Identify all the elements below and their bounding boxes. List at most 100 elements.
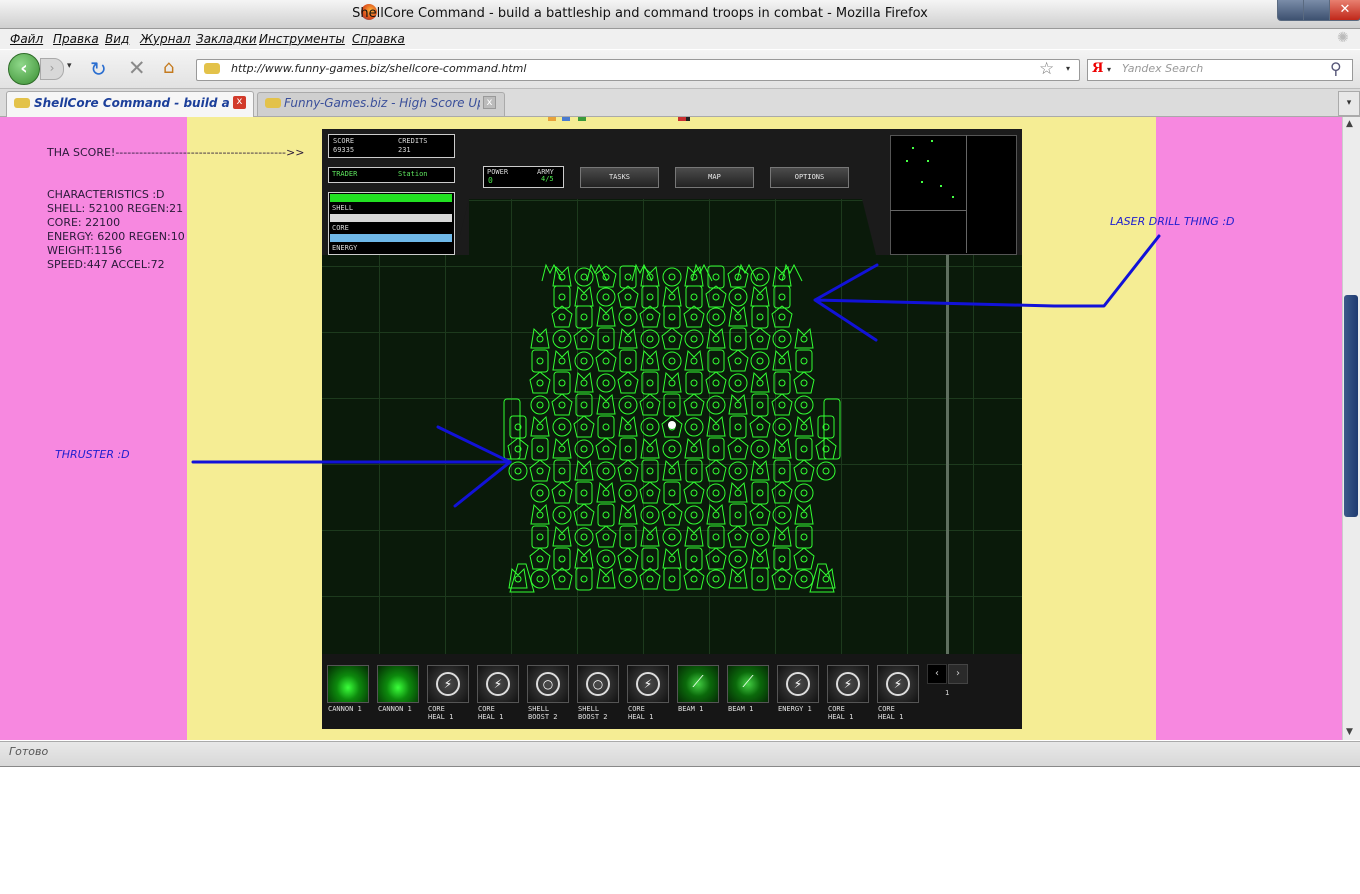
ship-part-core <box>712 511 720 519</box>
part-label: SHELL <box>578 705 600 713</box>
scroll-up-icon[interactable]: ▲ <box>1346 119 1353 129</box>
ship-part-core <box>580 313 588 321</box>
menu-bookmarks[interactable]: Закладки <box>196 32 257 46</box>
ship-part <box>618 483 638 503</box>
maximize-button[interactable] <box>1303 0 1331 21</box>
url-dropdown-icon[interactable]: ▾ <box>1066 64 1070 73</box>
parts-next-page-button[interactable]: › <box>948 664 968 684</box>
ship-part <box>596 481 616 503</box>
share-icons-strip <box>548 117 788 121</box>
tab-shellcore-label[interactable]: ShellCore Command - build a battleship a… <box>34 96 231 110</box>
ship-part <box>662 371 682 393</box>
ship-part-core <box>756 273 764 281</box>
part-tile[interactable]: ⚡ <box>627 665 669 703</box>
home-button[interactable]: ⌂ <box>163 57 174 78</box>
ship-part-core <box>536 489 544 497</box>
ship-part-core <box>712 575 720 583</box>
minimap[interactable] <box>890 135 1017 255</box>
ship-part <box>529 547 551 570</box>
ship-part <box>641 371 659 395</box>
ship-part <box>795 437 813 461</box>
ship-part-core <box>778 533 786 541</box>
parts-prev-page-button[interactable]: ‹ <box>927 664 947 684</box>
tasks-button[interactable]: TASKS <box>580 167 659 188</box>
ship-part-core <box>668 575 676 583</box>
close-window-button[interactable]: ✕ <box>1329 0 1360 21</box>
tab-close-icon[interactable]: x <box>233 96 246 109</box>
menu-file[interactable]: Файл <box>10 32 43 46</box>
minimize-button[interactable] <box>1277 0 1305 21</box>
part-label: CORE <box>478 705 495 713</box>
reload-button[interactable]: ↻ <box>90 57 107 81</box>
search-go-icon[interactable]: ⚲ <box>1330 59 1342 78</box>
ship-part-core <box>800 401 808 409</box>
part-tile[interactable]: ⟋ <box>727 665 769 703</box>
ship-part <box>552 525 572 547</box>
ship-part-core <box>734 575 742 583</box>
ship-part <box>793 459 815 482</box>
part-tile[interactable]: ⚡ <box>477 665 519 703</box>
ship-part <box>552 349 572 371</box>
ship-part <box>817 415 835 439</box>
bookmark-star-icon[interactable]: ☆ <box>1039 59 1054 79</box>
part-tile[interactable] <box>327 665 369 703</box>
url-text[interactable]: http://www.funny-games.biz/shellcore-com… <box>231 62 526 75</box>
ship-part-core <box>580 467 588 475</box>
ship-part-core <box>602 379 610 387</box>
ship-part <box>596 567 616 589</box>
tab-close-icon[interactable]: x <box>483 96 496 109</box>
map-button[interactable]: MAP <box>675 167 754 188</box>
ship-part-core <box>580 423 588 431</box>
yandex-logo-icon[interactable]: Я <box>1092 61 1103 76</box>
tab-highscore-label[interactable]: Funny-Games.biz - High Score Upload <box>284 96 480 110</box>
ship-part-core <box>800 489 808 497</box>
back-button[interactable]: ‹ <box>8 53 40 85</box>
ship-part-core <box>602 575 610 583</box>
part-tile[interactable]: ○ <box>577 665 619 703</box>
menu-edit[interactable]: Правка <box>53 32 99 46</box>
ship-part <box>727 525 749 548</box>
ship-part <box>749 503 771 526</box>
ship-part <box>531 437 549 461</box>
forward-button[interactable]: › <box>40 58 64 80</box>
tab-list-button[interactable]: ▾ <box>1338 91 1360 116</box>
history-dropdown-icon[interactable]: ▾ <box>67 61 72 71</box>
scrollbar-thumb[interactable] <box>1344 295 1358 517</box>
map-boundary-line <box>946 255 949 654</box>
part-tile[interactable] <box>377 665 419 703</box>
part-tile[interactable]: ⚡ <box>777 665 819 703</box>
ship-part-core <box>778 357 786 365</box>
ship-part <box>596 393 616 415</box>
part-tile[interactable]: ⟋ <box>677 665 719 703</box>
menu-tools[interactable]: Инструменты <box>259 32 345 46</box>
part-tile[interactable]: ⚡ <box>827 665 869 703</box>
ship-part <box>573 503 595 526</box>
ship-part-core <box>822 467 830 475</box>
ship-part <box>773 547 791 571</box>
menu-history[interactable]: Журнал <box>140 32 191 46</box>
trader-value: Station <box>398 170 428 178</box>
part-tile[interactable]: ⚡ <box>427 665 469 703</box>
part-tile[interactable]: ⚡ <box>877 665 919 703</box>
minimap-divider <box>890 210 967 211</box>
ship-part <box>618 503 638 525</box>
ship-part-core <box>800 379 808 387</box>
menu-view[interactable]: Вид <box>105 32 129 46</box>
ship-part-core <box>646 423 654 431</box>
ship-part <box>751 393 769 417</box>
ship-part-core <box>690 575 698 583</box>
search-engine-dropdown-icon[interactable]: ▾ <box>1107 65 1111 74</box>
options-button[interactable]: OPTIONS <box>770 167 849 188</box>
scroll-down-icon[interactable]: ▼ <box>1346 727 1353 737</box>
part-label: CORE <box>428 705 445 713</box>
ship-part-core <box>580 511 588 519</box>
search-input[interactable]: Yandex Search <box>1122 62 1203 75</box>
ship-part-core <box>778 423 786 431</box>
part-tile[interactable]: ○ <box>527 665 569 703</box>
ship-part <box>595 349 617 372</box>
menu-help[interactable]: Справка <box>352 32 405 46</box>
ship-part <box>684 525 704 547</box>
ship-part <box>595 525 617 548</box>
ship-part-core <box>712 335 720 343</box>
stop-button[interactable]: ✕ <box>128 56 146 80</box>
